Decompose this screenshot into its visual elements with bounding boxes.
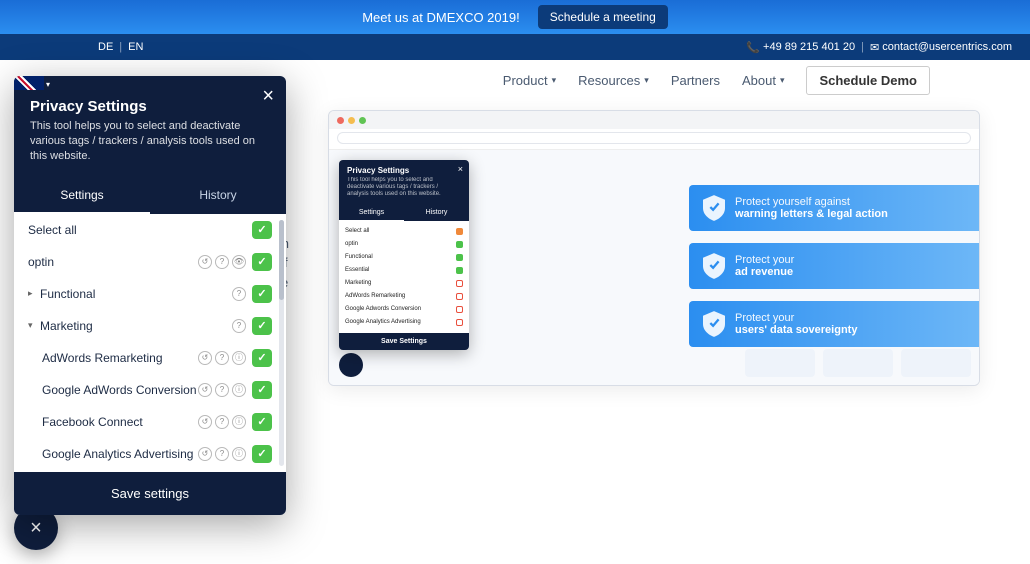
nav-resources[interactable]: Resources ▾ (578, 73, 649, 88)
row-select-all[interactable]: Select all ✓ (14, 214, 286, 246)
eye-icon[interactable]: 👁 (232, 255, 246, 269)
help-icon[interactable]: ? (232, 319, 246, 333)
fingerprint-icon[interactable] (339, 353, 363, 377)
row-functional[interactable]: ▸ Functional ? ✓ (14, 278, 286, 310)
url-bar (337, 132, 971, 144)
help-icon[interactable]: ? (215, 383, 229, 397)
history-icon[interactable]: ↺ (198, 447, 212, 461)
nav-about[interactable]: About ▾ (742, 73, 785, 88)
mini-close-icon[interactable]: × (458, 164, 463, 174)
checkbox-on-icon[interactable]: ✓ (252, 317, 272, 335)
window-max-dot (359, 117, 366, 124)
row-adwords-remarketing[interactable]: AdWords Remarketing ↺?ⓘ ✓ (14, 342, 286, 374)
scrollbar-thumb[interactable] (279, 220, 284, 300)
row-marketing[interactable]: ▾ Marketing ? ✓ (14, 310, 286, 342)
benefit-card: Protect yourad revenue (689, 243, 979, 289)
email-icon: ✉ (870, 41, 879, 54)
mini-save-button[interactable]: Save Settings (339, 333, 469, 350)
row-trbo[interactable]: trbo ↺?ⓘ ✓ (14, 470, 286, 472)
lang-de[interactable]: DE (98, 41, 113, 53)
mini-tab-settings[interactable]: Settings (339, 205, 404, 221)
utility-bar: DE | EN 📞 +49 89 215 401 20 | ✉ contact@… (0, 34, 1030, 60)
mini-tab-history[interactable]: History (404, 205, 469, 221)
nav-product[interactable]: Product ▾ (503, 73, 556, 88)
nav-schedule-button[interactable]: Schedule Demo (806, 66, 930, 95)
checkbox-on-icon[interactable]: ✓ (252, 413, 272, 431)
shield-icon (703, 195, 725, 221)
chevron-down-icon: ▾ (644, 75, 649, 86)
chevron-down-icon: ▾ (780, 75, 785, 86)
row-optin[interactable]: optin ↺?👁 ✓ (14, 246, 286, 278)
info-icon[interactable]: ⓘ (232, 415, 246, 429)
promo-banner: Meet us at DMEXCO 2019! Schedule a meeti… (0, 0, 1030, 34)
shield-icon (703, 311, 725, 337)
help-icon[interactable]: ? (215, 447, 229, 461)
history-icon[interactable]: ↺ (198, 255, 212, 269)
uk-flag-icon[interactable] (14, 76, 44, 90)
mini-desc: This tool helps you to select and deacti… (347, 177, 461, 199)
save-settings-button[interactable]: Save settings (14, 472, 286, 515)
privacy-settings-panel: ▾ × Privacy Settings This tool helps you… (14, 76, 286, 515)
phone-icon: 📞 (746, 41, 760, 54)
help-icon[interactable]: ? (215, 351, 229, 365)
checkbox-on-icon[interactable]: ✓ (252, 221, 272, 239)
history-icon[interactable]: ↺ (198, 383, 212, 397)
benefit-card: Protect yourusers' data sovereignty (689, 301, 979, 347)
mini-privacy-panel: × Privacy Settings This tool helps you t… (339, 160, 469, 350)
info-icon[interactable]: ⓘ (232, 447, 246, 461)
row-ga-advertising[interactable]: Google Analytics Advertising ↺?ⓘ ✓ (14, 438, 286, 470)
scrollbar[interactable] (279, 220, 284, 466)
checkbox-on-icon[interactable]: ✓ (252, 253, 272, 271)
lang-en[interactable]: EN (128, 41, 143, 53)
checkbox-on-icon[interactable]: ✓ (252, 349, 272, 367)
checkbox-on-icon[interactable]: ✓ (252, 285, 272, 303)
row-adwords-conversion[interactable]: Google AdWords Conversion ↺?ⓘ ✓ (14, 374, 286, 406)
placeholder-cards (745, 349, 979, 377)
checkbox-on-icon[interactable]: ✓ (252, 381, 272, 399)
shield-icon (703, 253, 725, 279)
banner-cta-button[interactable]: Schedule a meeting (538, 5, 668, 29)
phone-number[interactable]: +49 89 215 401 20 (763, 41, 855, 53)
mini-title: Privacy Settings (347, 166, 461, 175)
row-facebook-connect[interactable]: Facebook Connect ↺?ⓘ ✓ (14, 406, 286, 438)
panel-desc: This tool helps you to select and deacti… (30, 119, 270, 164)
lang-sep: | (119, 41, 122, 53)
illustration: × Privacy Settings This tool helps you t… (300, 100, 980, 386)
tab-history[interactable]: History (150, 178, 286, 214)
banner-text: Meet us at DMEXCO 2019! (362, 10, 520, 25)
history-icon[interactable]: ↺ (198, 351, 212, 365)
chevron-right-icon: ▸ (28, 288, 38, 299)
history-icon[interactable]: ↺ (198, 415, 212, 429)
chevron-down-icon: ▾ (552, 75, 557, 86)
checkbox-on-icon[interactable]: ✓ (252, 445, 272, 463)
window-min-dot (348, 117, 355, 124)
help-icon[interactable]: ? (232, 287, 246, 301)
chevron-down-icon: ▾ (46, 80, 50, 89)
close-icon: × (30, 517, 42, 540)
browser-mock: × Privacy Settings This tool helps you t… (328, 110, 980, 386)
chevron-down-icon: ▾ (28, 320, 38, 331)
window-close-dot (337, 117, 344, 124)
nav-partners[interactable]: Partners (671, 73, 720, 88)
panel-title: Privacy Settings (30, 98, 270, 115)
benefit-card: Protect yourself againstwarning letters … (689, 185, 979, 231)
benefits-list: Protect yourself againstwarning letters … (689, 185, 979, 359)
help-icon[interactable]: ? (215, 255, 229, 269)
tab-settings[interactable]: Settings (14, 178, 150, 214)
close-icon[interactable]: × (262, 86, 274, 106)
help-icon[interactable]: ? (215, 415, 229, 429)
contact-email[interactable]: contact@usercentrics.com (882, 41, 1012, 53)
info-icon[interactable]: ⓘ (232, 351, 246, 365)
info-icon[interactable]: ⓘ (232, 383, 246, 397)
